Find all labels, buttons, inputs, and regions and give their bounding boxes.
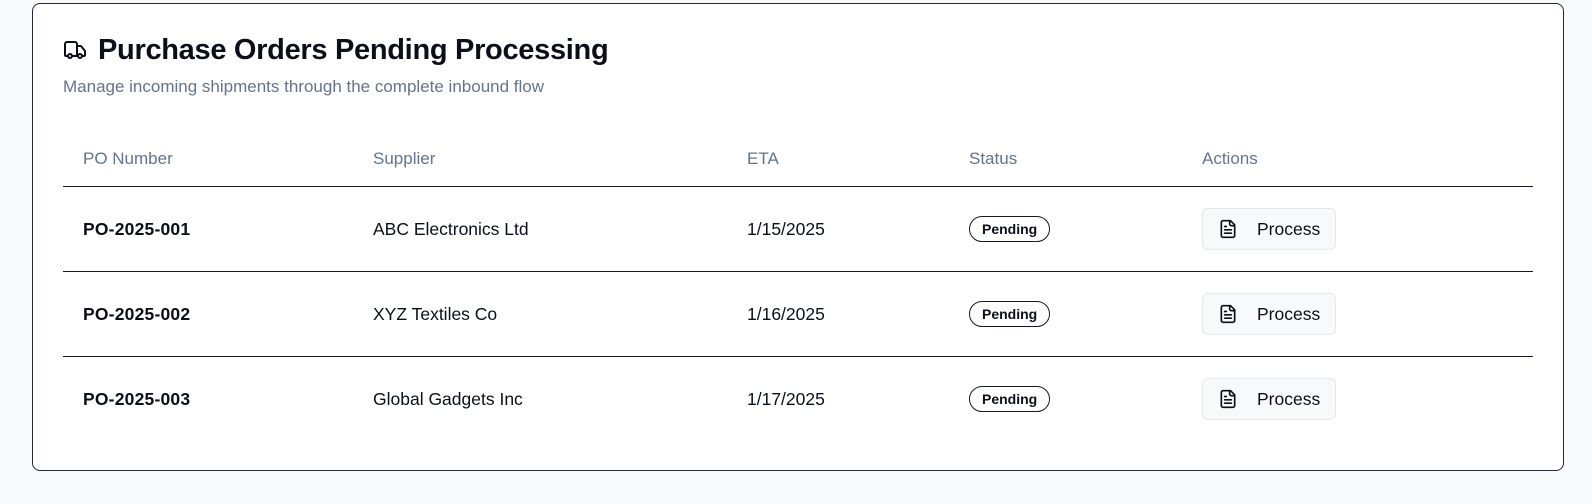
process-button[interactable]: Process [1202,378,1337,420]
column-header-eta: ETA [727,132,949,187]
eta-cell: 1/17/2025 [747,388,825,409]
truck-icon [63,38,87,62]
column-header-po-number: PO Number [63,132,353,187]
supplier-cell: Global Gadgets Inc [373,388,523,409]
process-button[interactable]: Process [1202,208,1337,250]
file-text-icon [1218,304,1238,324]
status-badge: Pending [969,386,1051,412]
supplier-cell: XYZ Textiles Co [353,271,727,357]
supplier-cell: ABC Electronics Ltd [353,186,727,272]
column-header-status: Status [949,132,1182,187]
po-number-cell: PO-2025-003 [83,388,191,409]
actions-cell: Process [1182,271,1533,357]
status-cell: Pending [949,271,1182,357]
eta-cell: 1/16/2025 [727,271,949,357]
column-header-supplier: Supplier [353,132,727,187]
process-button-label: Process [1257,303,1321,324]
status-cell: Pending [949,186,1182,272]
purchase-orders-table: PO Number Supplier ETA Status Actions PO… [63,132,1533,441]
purchase-orders-card: Purchase Orders Pending Processing Manag… [32,3,1564,471]
process-button-label: Process [1257,388,1321,409]
table-row: PO-2025-003 Global Gadgets Inc 1/17/2025… [63,357,1533,442]
status-cell: Pending [949,357,1182,442]
actions-cell: Process [1182,357,1533,442]
table-header-row: PO Number Supplier ETA Status Actions [63,132,1533,187]
table-row: PO-2025-002 XYZ Textiles Co 1/16/2025 Pe… [63,271,1533,357]
file-text-icon [1218,389,1238,409]
status-badge: Pending [969,301,1051,327]
po-number-cell: PO-2025-002 [63,271,353,357]
table-row: PO-2025-001 ABC Electronics Ltd 1/15/202… [63,186,1533,272]
status-badge: Pending [969,216,1051,242]
column-header-actions: Actions [1182,132,1533,187]
file-text-icon [1218,219,1238,239]
title-row: Purchase Orders Pending Processing [63,32,1533,68]
process-button-label: Process [1257,218,1321,239]
card-header: Purchase Orders Pending Processing Manag… [63,32,1533,97]
eta-cell: 1/15/2025 [727,186,949,272]
process-button[interactable]: Process [1202,293,1337,335]
page-subtitle: Manage incoming shipments through the co… [63,77,545,96]
page-title: Purchase Orders Pending Processing [98,33,609,66]
po-number-cell: PO-2025-001 [63,186,353,272]
actions-cell: Process [1182,186,1533,272]
